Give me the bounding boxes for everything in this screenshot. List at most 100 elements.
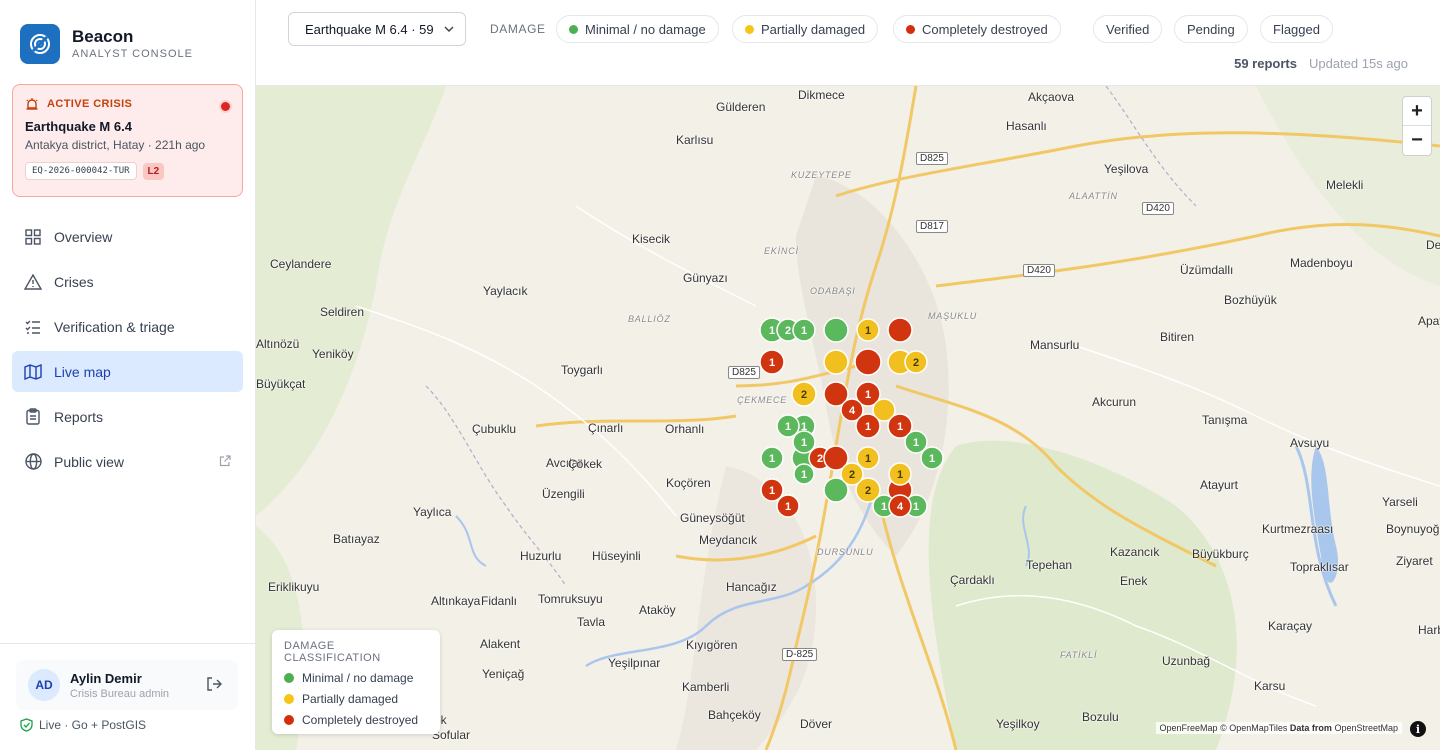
zoom-control: + − — [1402, 96, 1432, 156]
damage-cluster-marker[interactable] — [823, 349, 849, 375]
cluster-count: 1 — [769, 485, 775, 497]
damage-cluster-marker[interactable]: 1 — [776, 494, 800, 518]
external-link-icon — [219, 454, 231, 470]
nav-item-live-map[interactable]: Live map — [12, 351, 243, 392]
cluster-count: 4 — [897, 501, 904, 513]
nav-item-overview[interactable]: Overview — [12, 216, 243, 257]
grid-icon — [24, 228, 42, 246]
sidebar: Beacon ANALYST CONSOLE ACTIVE CRISIS Ear… — [0, 0, 256, 750]
chip-label: Completely destroyed — [922, 21, 1048, 37]
cluster-count: 4 — [849, 405, 856, 417]
chip-minimal-damage[interactable]: Minimal / no damage — [556, 15, 719, 43]
report-count: 59 reports — [1234, 56, 1297, 71]
cluster-count: 1 — [865, 325, 871, 337]
crisis-title: Earthquake M 6.4 — [25, 119, 132, 134]
legend-item-destroyed: Completely destroyed — [284, 713, 428, 727]
crisis-select[interactable]: Earthquake M 6.4 · 59 — [288, 12, 466, 46]
damage-cluster-marker[interactable]: 1 — [759, 349, 785, 375]
cluster-count: 1 — [801, 437, 807, 449]
damage-filter-label: DAMAGE — [490, 22, 546, 36]
legend-label: Minimal / no damage — [302, 671, 414, 685]
map-attribution: OpenFreeMap © OpenMapTiles Data from Ope… — [1155, 722, 1402, 734]
damage-cluster-marker[interactable]: 1 — [920, 446, 944, 470]
cluster-count: 1 — [769, 357, 775, 369]
yellow-dot-icon — [745, 24, 754, 34]
attribution-link[interactable]: OpenStreetMap — [1334, 723, 1398, 733]
damage-cluster-marker[interactable]: 2 — [840, 462, 864, 486]
cluster-count: 1 — [881, 501, 887, 513]
report-meta: 59 reports Updated 15s ago — [1234, 56, 1408, 71]
chip-label: Minimal / no damage — [585, 21, 706, 37]
cluster-count: 2 — [801, 389, 807, 401]
active-crisis-header: ACTIVE CRISIS — [25, 97, 230, 111]
user-card[interactable]: AD Aylin Demir Crisis Bureau admin — [16, 660, 238, 710]
nav-item-reports[interactable]: Reports — [12, 396, 243, 437]
cluster-count: 1 — [865, 453, 871, 465]
warning-icon — [24, 273, 42, 291]
damage-cluster-marker[interactable]: 1 — [888, 462, 912, 486]
damage-cluster-marker[interactable]: 1 — [792, 318, 816, 342]
legend-label: Partially damaged — [302, 692, 399, 706]
cluster-count: 2 — [849, 469, 855, 481]
attribution-link[interactable]: OpenFreeMap — [1160, 723, 1218, 733]
cluster-count: 1 — [913, 437, 919, 449]
damage-cluster-marker[interactable] — [854, 348, 882, 376]
cluster-count: 2 — [785, 325, 791, 337]
crisis-level-badge: L2 — [142, 162, 165, 180]
damage-cluster-marker[interactable] — [823, 317, 849, 343]
chip-completely-destroyed[interactable]: Completely destroyed — [893, 15, 1061, 43]
cluster-count: 1 — [865, 421, 871, 433]
chip-flagged[interactable]: Flagged — [1260, 15, 1333, 43]
nav-item-crises[interactable]: Crises — [12, 261, 243, 302]
updated-time: Updated 15s ago — [1308, 56, 1408, 71]
damage-cluster-marker[interactable] — [887, 317, 913, 343]
green-dot-icon — [284, 673, 294, 683]
cluster-count: 1 — [897, 421, 903, 433]
cluster-count: 2 — [817, 453, 823, 465]
live-status: Live · Go + PostGIS — [20, 718, 146, 732]
attribution-text: Data from — [1289, 723, 1332, 733]
zoom-in-button[interactable]: + — [1403, 97, 1431, 126]
logout-icon[interactable] — [206, 676, 222, 697]
chip-verified[interactable]: Verified — [1093, 15, 1163, 43]
red-dot-icon — [284, 715, 294, 725]
damage-cluster-marker[interactable]: 1 — [856, 318, 880, 342]
chip-partially-damaged[interactable]: Partially damaged — [732, 15, 879, 43]
active-crisis-card[interactable]: ACTIVE CRISIS Earthquake M 6.4 Antakya d… — [12, 84, 243, 197]
user-name: Aylin Demir — [70, 670, 142, 686]
chip-pending[interactable]: Pending — [1174, 15, 1248, 43]
damage-cluster-marker[interactable]: 1 — [760, 446, 784, 470]
user-section: AD Aylin Demir Crisis Bureau admin Live … — [0, 643, 255, 750]
damage-cluster-marker[interactable]: 1 — [793, 463, 815, 485]
damage-cluster-marker[interactable]: 2 — [791, 381, 817, 407]
brand-subtitle: ANALYST CONSOLE — [72, 48, 193, 60]
attribution-link[interactable]: © OpenMapTiles — [1220, 723, 1287, 733]
nav-label: Crises — [54, 273, 94, 290]
legend-item-minimal: Minimal / no damage — [284, 671, 428, 685]
nav-item-public-view[interactable]: Public view — [12, 441, 243, 482]
legend-title: DAMAGE CLASSIFICATION — [284, 640, 381, 664]
chip-label: Verified — [1106, 21, 1150, 37]
damage-cluster-marker[interactable]: 2 — [904, 350, 928, 374]
zoom-out-button[interactable]: − — [1403, 126, 1431, 155]
cluster-count: 1 — [785, 501, 791, 513]
active-crisis-badge: ACTIVE CRISIS — [47, 98, 133, 110]
main-nav: Overview Crises Verification & triage Li… — [12, 216, 243, 486]
cluster-count: 1 — [785, 421, 791, 433]
brand[interactable]: Beacon ANALYST CONSOLE — [20, 24, 193, 64]
nav-item-verification[interactable]: Verification & triage — [12, 306, 243, 347]
damage-cluster-marker[interactable]: 1 — [792, 430, 816, 454]
nav-label: Live map — [54, 363, 111, 380]
red-dot-icon — [906, 24, 915, 34]
legend-item-partial: Partially damaged — [284, 692, 428, 706]
info-icon[interactable]: i — [1410, 721, 1426, 737]
damage-cluster-marker[interactable]: 1 — [855, 413, 881, 439]
crisis-select-value: Earthquake M 6.4 · 59 — [305, 21, 434, 37]
live-status-text: Live · Go + PostGIS — [39, 718, 147, 732]
cluster-count: 1 — [913, 501, 919, 513]
damage-legend: DAMAGE CLASSIFICATION Minimal / no damag… — [272, 630, 440, 734]
chevron-down-icon — [443, 23, 455, 38]
live-map[interactable]: Dikmece Akçaova Gülderen Hasanlı Karlısu Yeşi… — [256, 86, 1440, 750]
nav-label: Verification & triage — [54, 318, 175, 335]
damage-cluster-marker[interactable]: 4 — [888, 494, 912, 518]
